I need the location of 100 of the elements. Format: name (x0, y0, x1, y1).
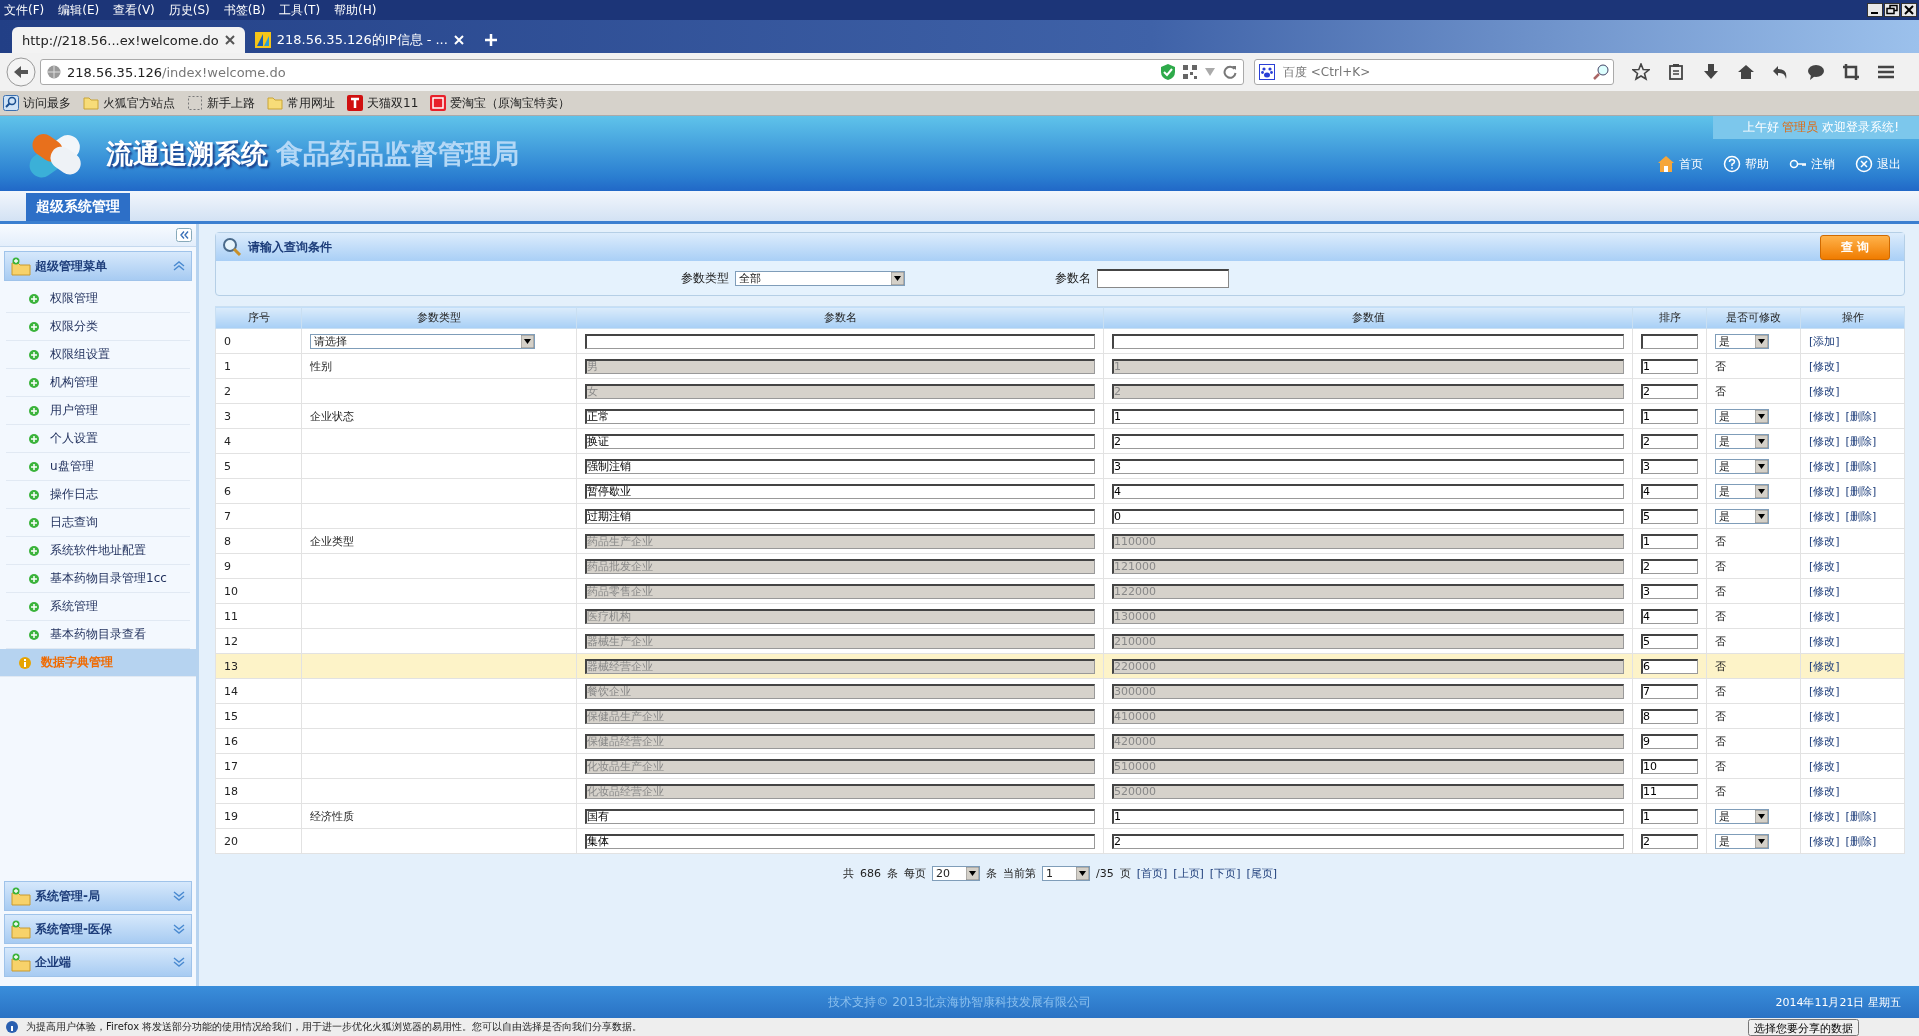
menu-item[interactable]: 个人设置 (6, 425, 190, 453)
pager-link[interactable]: [上页] (1173, 866, 1204, 881)
back-icon[interactable] (6, 57, 36, 87)
sort-field[interactable]: 4 (1641, 608, 1698, 624)
menu-icon[interactable] (1877, 63, 1895, 81)
action-link[interactable]: [删除] (1845, 409, 1877, 423)
action-link[interactable]: [修改] (1809, 784, 1840, 798)
close-icon[interactable] (1901, 3, 1917, 17)
value-field[interactable]: 2 (1112, 433, 1624, 449)
modifiable-select[interactable]: 是 (1715, 433, 1769, 449)
header-link[interactable]: 首页 (1657, 155, 1703, 173)
action-link[interactable]: [修改] (1809, 809, 1840, 823)
modifiable-select[interactable]: 是 (1715, 483, 1769, 499)
name-field[interactable]: 集体 (585, 833, 1095, 849)
name-field[interactable] (585, 333, 1095, 349)
menu-item[interactable]: 文件(F) (4, 1, 45, 19)
menu-item[interactable]: 系统管理 (6, 593, 190, 621)
menu-item[interactable]: 权限组设置 (6, 341, 190, 369)
menu-item[interactable]: 机构管理 (6, 369, 190, 397)
page-select[interactable]: 1 (1041, 866, 1090, 881)
action-link[interactable]: [修改] (1809, 759, 1840, 773)
header-link[interactable]: 退出 (1855, 155, 1901, 173)
search-field[interactable]: 百度 <Ctrl+K> (1281, 64, 1587, 80)
menu-group-header[interactable]: 企业端 (4, 947, 192, 977)
page-size-select[interactable]: 20 (931, 866, 980, 881)
menu-item[interactable]: 系统软件地址配置 (6, 537, 190, 565)
action-link[interactable]: [删除] (1845, 809, 1877, 823)
sort-field[interactable]: 2 (1641, 833, 1698, 849)
menu-group-header[interactable]: 系统管理-医保 (4, 914, 192, 944)
reload-icon[interactable] (1223, 65, 1237, 79)
action-link[interactable]: [删除] (1845, 834, 1877, 848)
bookmark-link[interactable]: 访问最多 (3, 94, 71, 112)
action-link[interactable]: [修改] (1809, 734, 1840, 748)
action-link[interactable]: [删除] (1845, 434, 1877, 448)
home-icon[interactable] (1737, 63, 1755, 81)
modifiable-select[interactable]: 是 (1715, 808, 1769, 824)
value-field[interactable]: 3 (1112, 458, 1624, 474)
modifiable-select[interactable]: 是 (1715, 508, 1769, 524)
browser-tab[interactable]: http://218.56...ex!welcome.do (12, 27, 245, 53)
minimize-icon[interactable] (1867, 3, 1883, 17)
bookmark-link[interactable]: 常用网址 (267, 94, 335, 112)
action-link[interactable]: [修改] (1809, 634, 1840, 648)
bookmark-link[interactable]: 新手上路 (187, 94, 255, 112)
bookmark-link[interactable]: 天猫双11 (347, 94, 419, 112)
menu-group-header[interactable]: 超级管理菜单 (4, 251, 192, 281)
sort-field[interactable]: 2 (1641, 433, 1698, 449)
bookmark-link[interactable]: 火狐官方站点 (83, 94, 175, 112)
action-link[interactable]: [修改] (1809, 609, 1840, 623)
clipboard-icon[interactable] (1667, 63, 1685, 81)
value-field[interactable]: 1 (1112, 408, 1624, 424)
share-button[interactable]: 选择您要分享的数据 (1748, 1018, 1859, 1036)
menu-item[interactable]: u盘管理 (6, 453, 190, 481)
sort-field[interactable] (1641, 333, 1698, 349)
menu-item[interactable]: 工具(T) (279, 1, 321, 19)
close-icon[interactable] (224, 35, 235, 45)
crop-icon[interactable] (1842, 63, 1860, 81)
collapse-icon[interactable] (176, 228, 192, 242)
bookmark-star-icon[interactable] (1632, 63, 1650, 81)
sort-field[interactable]: 2 (1641, 383, 1698, 399)
action-link[interactable]: [修改] (1809, 559, 1840, 573)
value-field[interactable]: 1 (1112, 808, 1624, 824)
sort-field[interactable]: 5 (1641, 633, 1698, 649)
name-field[interactable]: 正常 (585, 408, 1095, 424)
sort-field[interactable]: 6 (1641, 658, 1698, 674)
modifiable-select[interactable]: 是 (1715, 333, 1769, 349)
sort-field[interactable]: 7 (1641, 683, 1698, 699)
browser-tab[interactable]: 218.56.35.126的IP信息 - ... (244, 27, 474, 53)
menu-item[interactable]: 编辑(E) (58, 1, 100, 19)
menu-item[interactable]: 帮助(H) (334, 1, 377, 19)
pager-link[interactable]: [尾页] (1246, 866, 1278, 881)
sort-field[interactable]: 1 (1641, 808, 1698, 824)
action-link[interactable]: [修改] (1809, 384, 1840, 398)
sort-field[interactable]: 3 (1641, 458, 1698, 474)
modifiable-select[interactable]: 是 (1715, 458, 1769, 474)
header-link[interactable]: 注销 (1789, 155, 1835, 173)
menu-item[interactable]: 用户管理 (6, 397, 190, 425)
menu-item[interactable]: 权限分类 (6, 313, 190, 341)
sort-field[interactable]: 11 (1641, 783, 1698, 799)
modifiable-select[interactable]: 是 (1715, 833, 1769, 849)
pager-link[interactable]: [下页] (1209, 866, 1241, 881)
menu-item[interactable]: 书签(B) (223, 1, 266, 19)
sort-field[interactable]: 10 (1641, 758, 1698, 774)
module-tab[interactable]: 超级系统管理 (26, 193, 130, 221)
name-field[interactable]: 国有 (585, 808, 1095, 824)
name-field[interactable]: 换证 (585, 433, 1095, 449)
sort-field[interactable]: 1 (1641, 408, 1698, 424)
action-link[interactable]: [修改] (1809, 409, 1840, 423)
action-link[interactable]: [修改] (1809, 659, 1840, 673)
pager-link[interactable]: [首页] (1136, 866, 1168, 881)
value-field[interactable]: 2 (1112, 833, 1624, 849)
value-field[interactable] (1112, 333, 1624, 349)
menu-item[interactable]: 查看(V) (113, 1, 155, 19)
action-link[interactable]: [删除] (1845, 459, 1877, 473)
action-link[interactable]: [修改] (1809, 834, 1840, 848)
menu-item[interactable]: 权限管理 (6, 285, 190, 313)
action-link[interactable]: [添加] (1809, 334, 1840, 348)
chat-icon[interactable] (1807, 63, 1825, 81)
value-field[interactable]: 4 (1112, 483, 1624, 499)
sort-field[interactable]: 1 (1641, 358, 1698, 374)
menu-item[interactable]: 历史(S) (168, 1, 210, 19)
